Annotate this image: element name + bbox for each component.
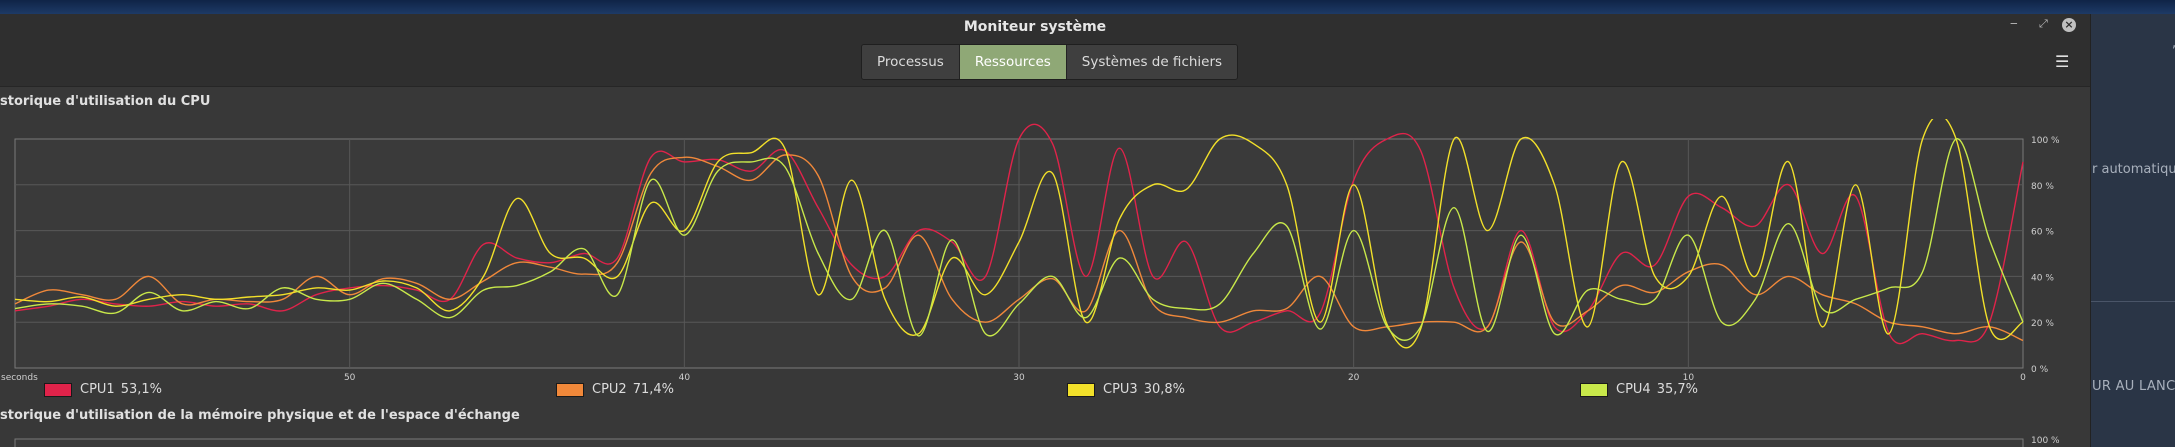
memory-history-graph: 100 % <box>14 436 2060 447</box>
legend-color-swatch[interactable] <box>44 382 72 397</box>
x-tick-label: 0 <box>2020 373 2026 381</box>
cpu-history-title: storique d'utilisation du CPU <box>0 94 211 109</box>
memory-plot-area <box>14 438 2024 447</box>
x-tick-label: 50 <box>344 373 356 381</box>
legend-color-swatch[interactable] <box>1067 382 1095 397</box>
y-tick-label: 100 % <box>2031 136 2060 146</box>
legend-label: CPU4 <box>1616 382 1651 397</box>
legend-value: 30,8% <box>1143 382 1186 397</box>
legend-value: 71,4% <box>632 382 675 397</box>
x-tick-label: 40 <box>679 373 691 381</box>
y-tick-label: 0 % <box>2031 365 2049 375</box>
close-icon[interactable]: × <box>2062 18 2076 32</box>
tab-resources[interactable]: Ressources <box>959 45 1067 79</box>
legend-label: CPU2 <box>592 382 627 397</box>
desktop-top-bar <box>0 0 2175 14</box>
legend-value: 53,1% <box>120 382 163 397</box>
x-tick-label: 20 <box>1348 373 1360 381</box>
minimize-icon[interactable]: ‒ <box>2010 16 2018 30</box>
legend-item-cpu4[interactable]: CPU4 35,7% <box>1580 382 1698 397</box>
background-text-automatic: r automatiques <box>2092 162 2175 177</box>
cpu-history-graph: 0 % 20 % 40 % 60 % 80 % 100 % seconds 50 40 30 20 1… <box>1 119 2060 381</box>
maximize-icon[interactable]: ⤢ <box>2039 17 2048 31</box>
legend-value: 35,7% <box>1656 382 1699 397</box>
legend-item-cpu2[interactable]: CPU2 71,4% <box>556 382 674 397</box>
memory-y-tick-label: 100 % <box>2031 436 2060 446</box>
tab-file-systems[interactable]: Systèmes de fichiers <box>1066 45 1238 79</box>
memory-history-title: storique d'utilisation de la mémoire phy… <box>0 408 520 423</box>
legend-label: CPU1 <box>80 382 115 397</box>
legend-label: CPU3 <box>1103 382 1138 397</box>
legend-item-cpu3[interactable]: CPU3 30,8% <box>1067 382 1185 397</box>
x-tick-label: seconds <box>1 373 38 381</box>
legend-color-swatch[interactable] <box>556 382 584 397</box>
title-bar: Moniteur système ‒ ⤢ × Processus Ressour… <box>0 14 2090 87</box>
background-text-launch: UR AU LANCE <box>2092 379 2175 394</box>
tab-processes[interactable]: Processus <box>862 45 960 79</box>
y-tick-label: 80 % <box>2031 182 2054 192</box>
hamburger-menu-icon[interactable]: ☰ <box>2055 52 2069 71</box>
x-tick-label: 30 <box>1013 373 1025 381</box>
window-title: Moniteur système <box>963 19 1107 35</box>
legend-color-swatch[interactable] <box>1580 382 1608 397</box>
legend-item-cpu1[interactable]: CPU1 53,1% <box>44 382 162 397</box>
y-tick-label: 40 % <box>2031 273 2054 283</box>
y-tick-label: 60 % <box>2031 228 2054 238</box>
background-window: , r automatiques UR AU LANCE <box>2090 14 2175 447</box>
system-monitor-window: Moniteur système ‒ ⤢ × Processus Ressour… <box>0 14 2091 447</box>
y-tick-label: 20 % <box>2031 319 2054 329</box>
x-tick-label: 10 <box>1683 373 1695 381</box>
view-switcher: Processus Ressources Systèmes de fichier… <box>861 44 1239 80</box>
background-separator <box>2090 301 2175 302</box>
